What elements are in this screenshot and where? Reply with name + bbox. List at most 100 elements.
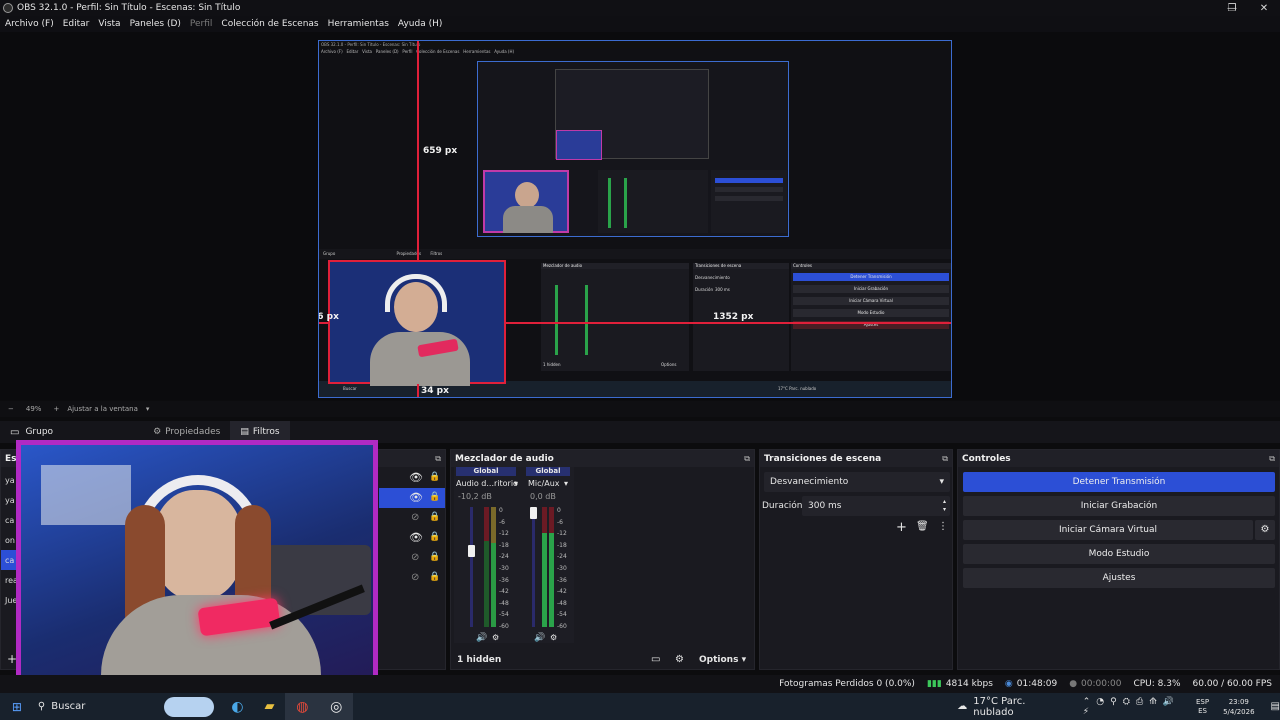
inner-controls: Controles Detener Transmisión Iniciar Gr… [791, 263, 951, 371]
chrome-icon[interactable]: ◍ [285, 693, 320, 720]
chevron-down-icon[interactable]: ▾ [514, 479, 518, 488]
language-indicator[interactable]: ESP ES [1196, 693, 1209, 720]
spinner-icon[interactable]: ▴ ▾ [943, 498, 946, 514]
menu-perfil[interactable]: Perfil [190, 19, 213, 29]
menu-editar[interactable]: Editar [63, 19, 90, 29]
gear-icon[interactable]: ⚙ [550, 633, 557, 642]
clock[interactable]: 23:09 5/4/2026 [1223, 693, 1254, 720]
hidden-count[interactable]: 1 hidden [457, 655, 501, 665]
mixer-channel-2: Global Mic/Aux ▾ 0,0 dB 0 -6 -12 -18 -24 -30-… [526, 467, 570, 643]
trash-icon[interactable]: 🗑 [916, 521, 929, 532]
maximize-button[interactable]: ❐ [1216, 0, 1248, 16]
volume-slider-handle[interactable] [468, 545, 475, 557]
advanced-audio-icon[interactable]: ⚙ [675, 654, 684, 665]
guide-left [319, 322, 328, 324]
channel-name[interactable]: Audio d...ritorio [456, 479, 518, 488]
transition-select[interactable]: Desvanecimiento ▾ [764, 472, 950, 492]
lock-icon[interactable]: 🔒 [429, 512, 440, 522]
popout-icon[interactable]: ⧉ [1269, 454, 1275, 464]
volume-slider-track[interactable] [470, 507, 473, 627]
lock-icon[interactable]: 🔒 [429, 572, 440, 582]
notification-icon[interactable]: ▤ [1271, 693, 1280, 720]
popout-icon[interactable]: ⧉ [942, 454, 948, 464]
taskbar-widget[interactable] [163, 693, 222, 720]
stream-icon: ◉ [1004, 679, 1013, 689]
virtual-camera-settings-icon[interactable]: ⚙ [1255, 520, 1275, 540]
level-meter [542, 507, 547, 627]
title-bar: OBS 32.1.0 - Perfil: Sin Título - Escena… [0, 0, 1280, 16]
menu-herramientas[interactable]: Herramientas [328, 19, 389, 29]
more-options-icon[interactable]: ⋮ [938, 521, 948, 532]
inner-source-bar: Grupo Propiedades Filtros [319, 249, 951, 259]
obs-taskbar-icon[interactable]: ◎ [319, 693, 354, 720]
volume-slider-track[interactable] [532, 507, 535, 627]
chevron-down-icon[interactable]: ▾ [564, 479, 568, 488]
eye-icon[interactable]: 👁 [409, 471, 423, 484]
measure-bottom: 34 px [421, 386, 449, 396]
transitions-title: Transiciones de escena [764, 453, 882, 464]
menu-coleccion-escenas[interactable]: Colección de Escenas [221, 19, 318, 29]
popout-icon[interactable]: ⧉ [435, 454, 441, 464]
close-button[interactable]: ✕ [1248, 0, 1280, 16]
windows-start-icon[interactable]: ⊞ [0, 693, 34, 720]
cpu-usage: CPU: 8.3% [1133, 679, 1181, 689]
lock-icon[interactable]: 🔒 [429, 532, 440, 542]
chevron-down-icon: ▾ [939, 477, 944, 487]
lock-icon[interactable]: 🔒 [429, 552, 440, 562]
controls-title: Controles [962, 453, 1011, 464]
studio-mode-button[interactable]: Modo Estudio [963, 544, 1275, 564]
file-explorer-icon[interactable]: ▰ [253, 693, 285, 720]
gear-icon: ⚙ [153, 427, 162, 437]
menu-ayuda[interactable]: Ayuda (H) [398, 19, 442, 29]
stop-stream-button[interactable]: Detener Transmisión [963, 472, 1275, 492]
menu-paneles[interactable]: Paneles (D) [130, 19, 181, 29]
layout-icon[interactable]: ▭ [651, 654, 660, 665]
speaker-icon[interactable]: 🔊 [476, 633, 487, 643]
preview-canvas[interactable]: OBS 32.1.0 - Perfil: Sin Título - Escena… [318, 40, 952, 398]
zoom-out-button[interactable]: − [8, 405, 14, 413]
nested-webcam-2 [556, 130, 602, 160]
edge-icon[interactable]: ◐ [222, 693, 254, 720]
search-icon: ⚲ [37, 701, 46, 712]
dropped-frames: Fotogramas Perdidos 0 (0.0%) [779, 679, 915, 689]
volume-slider-handle[interactable] [530, 507, 537, 519]
measure-right: 1352 px [713, 312, 754, 322]
system-tray-icons[interactable]: ⌃◔⚲⛭⎙⟰🔊⚡ [1083, 693, 1192, 720]
eye-icon[interactable]: 👁 [409, 531, 423, 544]
eye-hidden-icon[interactable]: ⊘ [411, 512, 419, 523]
zoom-in-button[interactable]: + [53, 405, 59, 413]
menu-archivo[interactable]: Archivo (F) [5, 19, 54, 29]
speaker-icon[interactable]: 🔊 [534, 633, 545, 643]
meter-scale: 0 -6 -12 -18 -24 -30 -36 -42 -48 -54 -60 [499, 507, 509, 630]
popout-icon[interactable]: ⧉ [744, 454, 750, 464]
inner-menu: Archivo (F) Editar Vista Paneles (D) Per… [321, 49, 515, 54]
taskbar: ⊞ ⚲ Buscar ◐ ▰ ◍ ◎ ☁ 17°C Parc. nublado … [0, 693, 1280, 720]
eye-icon[interactable]: 👁 [409, 491, 423, 504]
chevron-down-icon[interactable]: ▾ [146, 405, 150, 413]
zoom-fit-select[interactable]: Ajustar a la ventana [67, 405, 138, 413]
level-meter [549, 507, 554, 627]
start-recording-button[interactable]: Iniciar Grabación [963, 496, 1275, 516]
eye-hidden-icon[interactable]: ⊘ [411, 552, 419, 563]
gear-icon[interactable]: ⚙ [492, 633, 499, 642]
level-meter [491, 507, 496, 627]
controls-dock: Controles ⧉ Detener Transmisión Iniciar … [957, 449, 1280, 670]
taskbar-search[interactable]: ⚲ Buscar [34, 693, 164, 720]
webcam-overlay [16, 440, 378, 695]
weather-widget[interactable]: ☁ 17°C Parc. nublado [957, 693, 1069, 720]
start-virtual-camera-button[interactable]: Iniciar Cámara Virtual [963, 520, 1253, 540]
channel-name[interactable]: Mic/Aux [528, 479, 560, 488]
add-transition-button[interactable]: + [896, 520, 907, 535]
inner-mixer: Mezclador de audio 1 hidden Options [541, 263, 689, 371]
menu-vista[interactable]: Vista [98, 19, 120, 29]
window-title: OBS 32.1.0 - Perfil: Sin Título - Escena… [17, 3, 241, 13]
duration-input[interactable]: 300 ms ▴ ▾ [802, 496, 950, 516]
selected-source[interactable] [328, 260, 506, 386]
settings-button[interactable]: Ajustes [963, 568, 1275, 588]
lock-icon[interactable]: 🔒 [429, 472, 440, 482]
eye-hidden-icon[interactable]: ⊘ [411, 572, 419, 583]
options-button[interactable]: Options ▾ [699, 655, 746, 665]
inner-title: OBS 32.1.0 - Perfil: Sin Título - Escena… [319, 41, 951, 48]
status-bar: Fotogramas Perdidos 0 (0.0%) ▮▮▮ 4814 kb… [0, 675, 1280, 693]
lock-icon[interactable]: 🔒 [429, 492, 440, 502]
